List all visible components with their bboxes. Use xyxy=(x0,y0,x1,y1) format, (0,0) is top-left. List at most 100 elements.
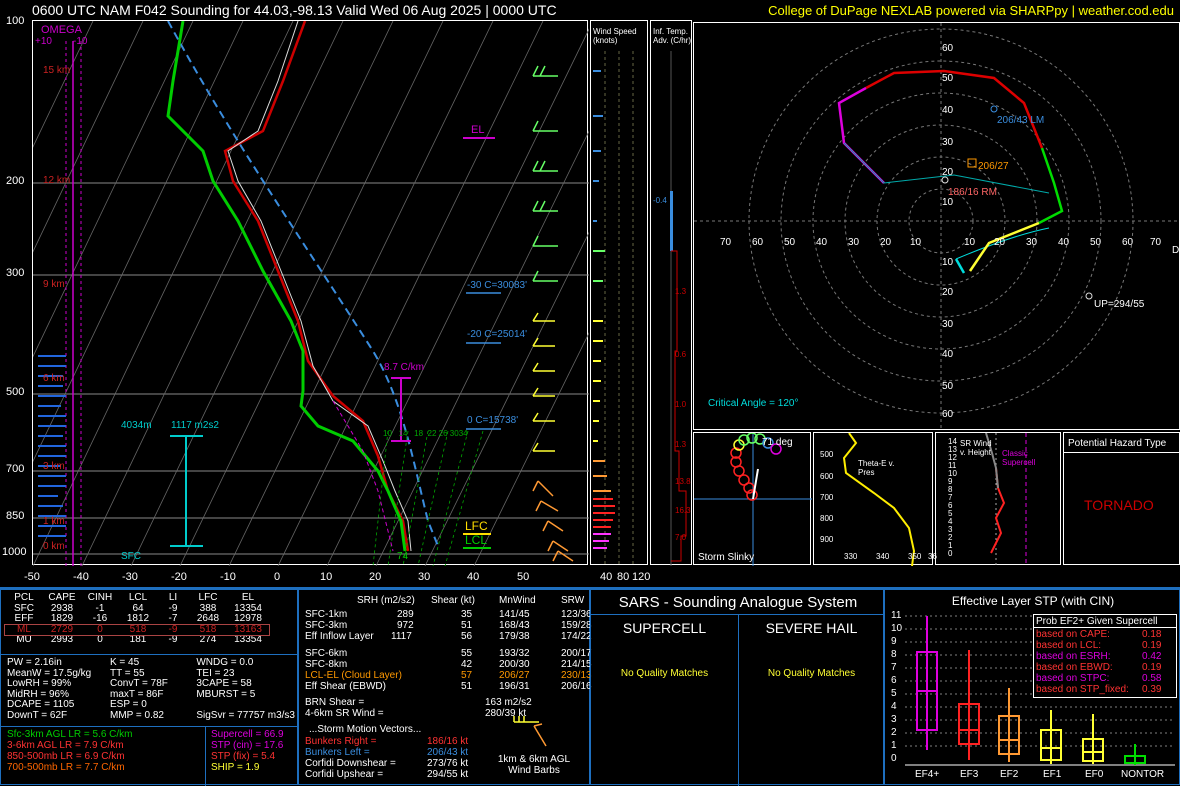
composite-row: STP (cin) = 17.6 xyxy=(211,740,284,751)
ring-label: 60 xyxy=(942,409,954,420)
wind-speed-svg xyxy=(593,51,634,566)
hazard-panel[interactable]: Potential Hazard Type TORNADO xyxy=(1063,432,1180,565)
temp-adv-panel[interactable]: Inf. Temp. Adv. (C/hr) -0.4 1.3 0.6 1.0 … xyxy=(650,20,692,566)
wind-speed-panel[interactable]: Wind Speed (knots) xyxy=(590,20,648,566)
d-label: D xyxy=(1172,245,1180,256)
ring-label: 10 xyxy=(942,257,954,268)
sounding-title: 0600 UTC NAM F042 Sounding for 44.03,-98… xyxy=(32,2,557,18)
agl-wind-barbs-icon xyxy=(513,716,547,747)
kin-row[interactable]: SFC-8km 42 200/30 214/15 xyxy=(299,659,592,670)
composite-row: Supercell = 66.9 xyxy=(211,729,284,740)
prob-row: based on ESRH: 0.42 xyxy=(1036,651,1162,662)
omega-tick-pos: +10 xyxy=(35,36,52,47)
ring-label: 20 xyxy=(942,167,954,178)
kin-row[interactable]: Eff Inflow Layer 1117 56 179/38 174/22 xyxy=(299,631,592,642)
height-label: 12 km xyxy=(43,175,71,186)
prob-row: based on EBWD: 0.19 xyxy=(1036,662,1162,673)
pressure-label: 500 xyxy=(6,386,25,398)
prob-row: based on CAPE: 0.18 xyxy=(1036,629,1162,640)
ring-label: 10 xyxy=(942,197,954,208)
kinematics-box: SRH (m2/s2) Shear (kt) MnWind SRW SFC-1k… xyxy=(298,589,592,785)
skewt-svg xyxy=(33,21,589,566)
sfc-label: SFC xyxy=(121,551,141,562)
pressure-label: 1000 xyxy=(2,546,27,558)
ring-label: 50 xyxy=(942,73,954,84)
parcel-header: PCL CAPE CINH LCL LI LFC EL xyxy=(14,592,255,603)
theta-p: 800 xyxy=(820,514,834,523)
motion-title: ...Storm Motion Vectors... xyxy=(309,724,422,735)
motion-row[interactable]: Corfidi Downshear = 273/76 kt xyxy=(305,758,485,769)
rm-label: 186/16 RM xyxy=(948,187,997,198)
theta-p: 600 xyxy=(820,472,834,481)
credit-text: College of DuPage NEXLAB powered via SHA… xyxy=(768,3,1174,18)
adv-value: 0.6 xyxy=(675,350,687,359)
height-label: 15 km xyxy=(43,65,71,76)
inflow-srh: 1117 m2s2 xyxy=(171,420,219,431)
motion-row[interactable]: Bunkers Left = 206/43 kt xyxy=(305,747,485,758)
theta-e-panel[interactable]: 500 600 700 800 900 Theta-E v. Pres 330 … xyxy=(813,432,937,566)
ring-label: 40 xyxy=(942,349,954,360)
kin-row[interactable]: SFC-3km 972 51 168/43 159/28 xyxy=(299,620,592,631)
composite-indices: Supercell = 66.9 STP (cin) = 17.6 STP (f… xyxy=(211,729,284,773)
srwind-label: SR Wind v. Height xyxy=(960,439,992,457)
kin-row[interactable]: Eff Shear (EBWD) 51 196/31 206/16 xyxy=(299,681,592,692)
height-label: 6 km xyxy=(43,373,65,384)
wetbulb-ticks: 10 14 18 22 26 3034 xyxy=(383,429,468,438)
hazard-value: TORNADO xyxy=(1084,497,1154,513)
kin-row[interactable]: SFC-6km 55 193/32 200/17 xyxy=(299,648,592,659)
storm-slinky-panel[interactable]: 71 deg Storm Slinky xyxy=(693,432,812,566)
motion-row[interactable]: Corfidi Upshear = 294/55 kt xyxy=(305,769,485,780)
parcel-row[interactable]: EFF 1829 -16 1812 -7 2648 12978 xyxy=(5,613,269,625)
kin-row[interactable]: LCL-EL (Cloud Layer) 57 206/27 230/13 xyxy=(299,670,592,681)
lm-label: 206/43 LM xyxy=(997,115,1045,126)
slinky-angle: 71 deg xyxy=(762,437,793,448)
srwind-classic: Classic Supercell xyxy=(1002,449,1036,467)
brn-shear: BRN Shear = xyxy=(305,697,365,708)
lapse-row: 700-500mb LR = 7.7 C/km xyxy=(7,762,125,773)
prob-row: based on LCL: 0.19 xyxy=(1036,640,1162,651)
lcl-label: LCL xyxy=(465,533,488,547)
parcels-box: PCL CAPE CINH LCL LI LFC EL SFC 2938 -1 64… xyxy=(0,589,299,786)
height-label: 1 km xyxy=(43,516,65,527)
ring-label: 50 xyxy=(942,381,954,392)
adv-value: 1.3 xyxy=(675,440,687,449)
omega-tick-neg: -10 xyxy=(73,36,88,47)
critical-angle: Critical Angle = 120° xyxy=(708,398,799,409)
frz-label: -30 C=30083' xyxy=(467,280,528,291)
indices-table: PW = 2.16in K = 45 WNDG = 0.0 MeanW = 17.5… xyxy=(7,657,295,721)
height-label: 3 km xyxy=(43,461,65,472)
ring-label: 30 xyxy=(942,137,954,148)
ring-label: 60 xyxy=(942,43,954,54)
mean-wind-label: 206/27 xyxy=(978,161,1009,172)
ring-label: 20 xyxy=(942,287,954,298)
up-label: UP=294/55 xyxy=(1094,299,1145,310)
kin-row[interactable]: SFC-1km 289 35 141/45 123/36 xyxy=(299,609,592,620)
el-label: EL xyxy=(471,124,485,136)
hodograph-panel[interactable]: 60 50 40 30 20 10 10 20 30 40 50 60 70 6… xyxy=(693,22,1180,431)
bottom-panel: PCL CAPE CINH LCL LI LFC EL SFC 2938 -1 64… xyxy=(0,587,1180,786)
parcel-row[interactable]: MU 2993 0 181 -9 274 13354 xyxy=(5,634,269,646)
sars-box: SARS - Sounding Analogue System SUPERCEL… xyxy=(590,589,885,786)
sr-wind-panel[interactable]: SR Wind v. Height Classic Supercell 14 1… xyxy=(935,432,1061,566)
motion-row[interactable]: Bunkers Right = 186/16 kt xyxy=(305,736,485,747)
lapse-row: Sfc-3km AGL LR = 5.6 C/km xyxy=(7,729,133,740)
pressure-label: 850 xyxy=(6,510,25,522)
hazard-title: Potential Hazard Type xyxy=(1068,438,1167,449)
skewt-panel[interactable]: OMEGA +10 -10 15 km 12 km 9 km 6 km 3 km… xyxy=(32,20,589,566)
prob-ef2-box: Prob EF2+ Given Supercell based on CAPE:… xyxy=(1033,614,1177,698)
lapse-rate-label: 8.7 C/km xyxy=(384,362,425,373)
omega-label: OMEGA xyxy=(41,24,82,36)
pressure-label: 300 xyxy=(6,267,25,279)
composite-row: STP (fix) = 5.4 xyxy=(211,751,276,762)
theta-p: 500 xyxy=(820,450,834,459)
ring-label: 40 xyxy=(942,105,954,116)
sars-hail: SEVERE HAIL xyxy=(765,620,858,636)
slinky-label: Storm Slinky xyxy=(698,552,755,563)
frz-label: 0 C=15738' xyxy=(467,415,519,426)
sars-title: SARS - Sounding Analogue System xyxy=(618,594,858,611)
theta-p: 900 xyxy=(820,535,834,544)
sars-supercell-result: No Quality Matches xyxy=(620,668,709,679)
temp-axis: -50 -40 -30 -20 -10 0 10 20 30 40 50 xyxy=(24,571,530,583)
theta-label: Theta-E v. Pres xyxy=(858,459,895,477)
lapse-row: 3-6km AGL LR = 7.9 C/km xyxy=(7,740,124,751)
